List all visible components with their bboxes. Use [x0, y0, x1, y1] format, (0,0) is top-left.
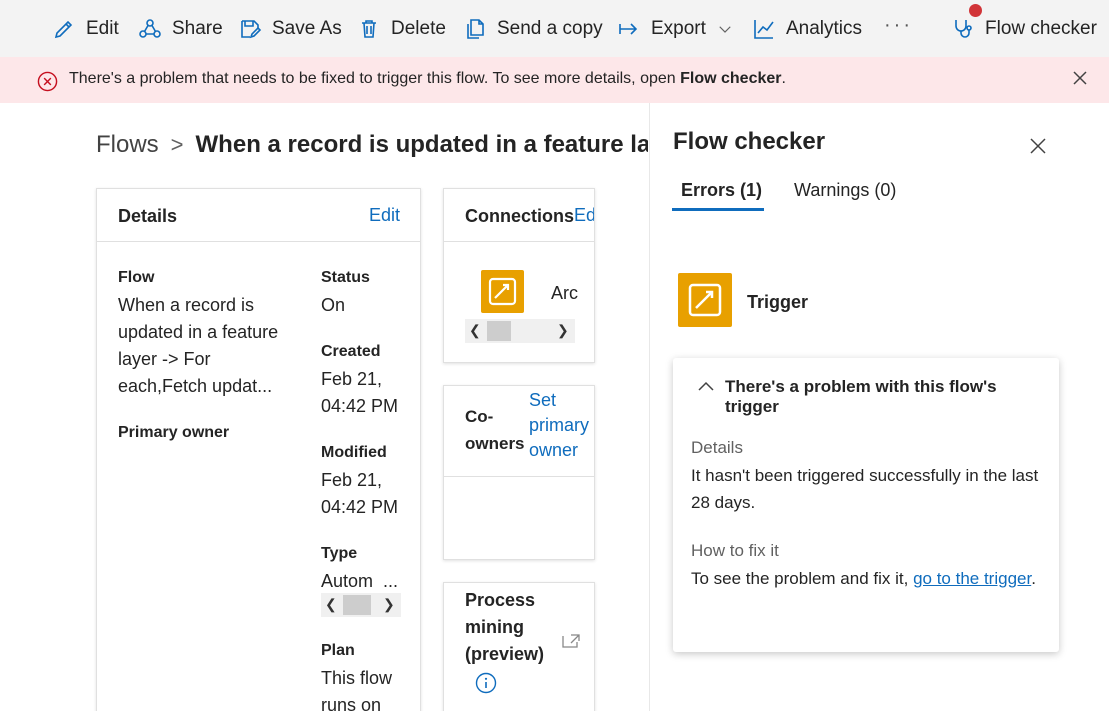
go-to-trigger-link[interactable]: go to the trigger — [913, 569, 1031, 588]
analytics-icon — [754, 19, 774, 39]
process-mining-title: Process mining (preview) — [465, 590, 545, 664]
trigger-icon — [678, 273, 732, 327]
flow-label: Flow — [118, 269, 155, 286]
active-tab-indicator — [672, 208, 764, 211]
arcgis-connector-icon — [481, 270, 524, 313]
breadcrumb-separator: > — [170, 132, 184, 157]
flow-checker-label: Flow checker — [985, 17, 1097, 39]
primary-owner-label: Primary owner — [118, 424, 230, 441]
edit-button[interactable]: Edit — [52, 0, 119, 57]
problem-details-text: It hasn't been triggered successfully in… — [691, 466, 1039, 512]
banner-flow-checker-link[interactable]: Flow checker — [680, 70, 781, 87]
copy-icon — [467, 18, 484, 39]
created-label: Created — [321, 343, 381, 360]
breadcrumb-flows-link[interactable]: Flows — [96, 131, 159, 159]
chevron-up-icon[interactable] — [697, 380, 715, 392]
edit-label: Edit — [86, 17, 119, 39]
connections-title: Connections — [465, 206, 575, 226]
type-label: Type — [321, 545, 358, 562]
save-as-label: Save As — [272, 17, 342, 39]
export-label: Export — [651, 17, 706, 39]
problem-title: There's a problem with this flow's trigg… — [725, 377, 997, 416]
command-bar: Edit Share Save As Delete Send a copy Ex… — [0, 0, 1109, 57]
delete-button[interactable]: Delete — [357, 0, 446, 57]
tab-warnings[interactable]: Warnings (0) — [794, 180, 896, 201]
problem-details-label: Details — [691, 438, 743, 457]
trigger-label: Trigger — [747, 292, 809, 312]
problem-card: There's a problem with this flow's trigg… — [673, 358, 1059, 652]
connections-scrollbar[interactable]: ❮ ❯ — [465, 319, 575, 343]
error-badge-dot — [969, 4, 982, 17]
close-icon[interactable] — [1071, 69, 1089, 87]
breadcrumb: Flows > When a record is updated in a fe… — [96, 128, 648, 162]
save-as-icon — [241, 19, 262, 38]
banner-message: There's a problem that needs to be fixed… — [69, 70, 786, 87]
scroll-right-icon[interactable]: ❯ — [383, 596, 395, 613]
export-button[interactable]: Export — [617, 0, 734, 57]
modified-value: Feb 21, 04:42 PM — [321, 470, 399, 517]
scrollbar-thumb[interactable] — [343, 595, 371, 615]
scroll-left-icon[interactable]: ❮ — [325, 596, 337, 613]
more-options-button[interactable]: ··· — [884, 14, 913, 37]
connector-name: Arc — [551, 283, 578, 303]
plan-label: Plan — [321, 642, 355, 659]
share-button[interactable]: Share — [138, 0, 223, 57]
co-owners-title: Co- owners — [465, 407, 525, 453]
error-banner: There's a problem that needs to be fixed… — [0, 57, 1109, 103]
how-to-fix-text: To see the problem and fix it, go to the… — [691, 569, 1036, 588]
created-value: Feb 21, 04:42 PM — [321, 369, 399, 416]
panel-title: Flow checker — [673, 128, 826, 155]
trash-icon — [362, 19, 376, 38]
type-value: Autom ... — [321, 571, 399, 591]
flow-checker-panel: Flow checker Errors (1) Warnings (0) Tri… — [649, 103, 1109, 711]
share-label: Share — [172, 17, 223, 39]
delete-label: Delete — [391, 17, 446, 39]
pencil-icon — [54, 20, 73, 38]
modified-label: Modified — [321, 444, 387, 461]
connections-edit-link[interactable]: Edit — [574, 205, 594, 226]
details-title: Details — [118, 206, 178, 226]
close-icon[interactable] — [1028, 136, 1048, 156]
process-mining-card: Process mining (preview) — [443, 582, 595, 711]
tab-errors[interactable]: Errors (1) — [681, 180, 762, 201]
scrollbar-thumb[interactable] — [487, 321, 511, 341]
connections-card-header: Connections Edit — [444, 189, 594, 242]
details-edit-link[interactable]: Edit — [369, 205, 400, 226]
connections-card: Connections Edit Arc ❮ ❯ — [443, 188, 595, 363]
error-circle-icon — [37, 71, 58, 92]
scroll-left-icon[interactable]: ❮ — [469, 322, 481, 339]
analytics-label: Analytics — [786, 17, 863, 39]
share-icon — [139, 18, 161, 38]
co-owners-card-header: Co- owners Set primary owner — [444, 386, 594, 477]
chevron-down-icon — [719, 25, 731, 33]
info-icon[interactable] — [475, 672, 497, 694]
status-label: Status — [321, 269, 370, 286]
details-card-header: Details Edit — [97, 189, 420, 242]
details-card: Details Edit Flow When a record is updat… — [96, 188, 421, 711]
stethoscope-icon — [955, 19, 972, 38]
send-copy-button[interactable]: Send a copy — [463, 0, 603, 57]
set-primary-owner-link[interactable]: Set primary owner — [529, 388, 589, 463]
status-value: On — [321, 295, 346, 315]
how-to-fix-label: How to fix it — [691, 541, 779, 560]
send-copy-label: Send a copy — [497, 17, 603, 39]
analytics-button[interactable]: Analytics — [752, 0, 862, 57]
save-as-button[interactable]: Save As — [238, 0, 342, 57]
plan-value: This flow runs on — [321, 668, 393, 711]
flow-name-value: When a record is updated in a feature la… — [118, 295, 279, 396]
scroll-right-icon[interactable]: ❯ — [557, 322, 569, 339]
type-scrollbar[interactable]: ❮ ❯ — [321, 593, 401, 617]
export-icon — [619, 22, 638, 35]
page-title: When a record is updated in a feature la… — [195, 131, 648, 158]
co-owners-card: Co- owners Set primary owner — [443, 385, 595, 560]
open-external-icon[interactable] — [561, 633, 581, 649]
